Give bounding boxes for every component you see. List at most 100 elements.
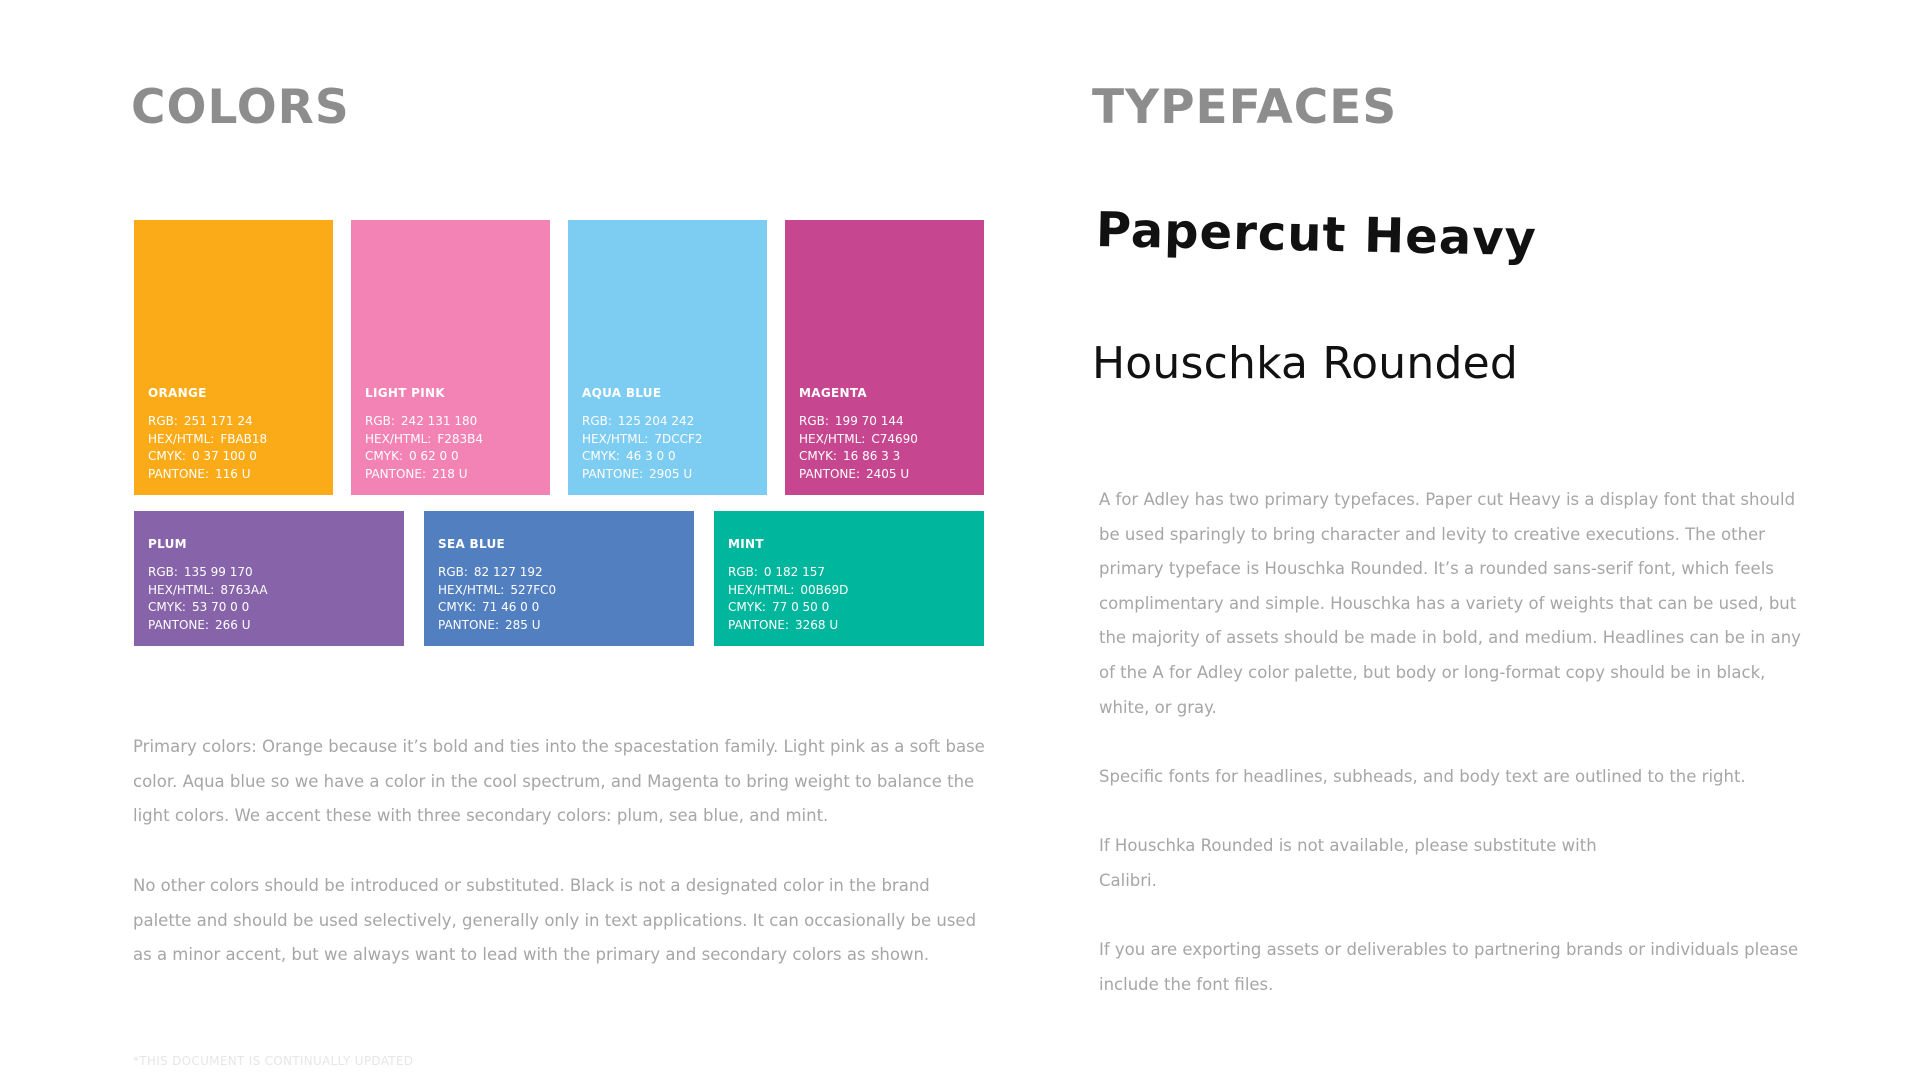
swatch-details: SEA BLUE RGB: 82 127 192 HEX/HTML: 527FC0 C… (438, 537, 556, 634)
swatch-rgb-row: RGB: 199 70 144 (799, 413, 918, 431)
swatch-name: MINT (728, 537, 764, 551)
font-sample-houschka-rounded: Houschka Rounded (1092, 338, 1518, 389)
swatch-pantone-label: PANTONE: (799, 466, 861, 481)
swatch-pantone-value: 2905 U (649, 466, 693, 481)
swatch-magenta: MAGENTA RGB: 199 70 144 HEX/HTML: C74690 CM… (785, 220, 984, 495)
swatch-specs: RGB: 242 131 180 HEX/HTML: F283B4 CMYK: 0 … (365, 413, 483, 483)
swatch-details: LIGHT PINK RGB: 242 131 180 HEX/HTML: F283… (365, 386, 483, 483)
swatch-cmyk-row: CMYK: 16 86 3 3 (799, 448, 918, 466)
swatch-hex-value: FBAB18 (220, 431, 268, 446)
swatch-hex-value: 7DCCF2 (654, 431, 703, 446)
swatch-rgb-value: 135 99 170 (183, 565, 253, 579)
swatch-plum: PLUM RGB: 135 99 170 HEX/HTML: 8763AA CMYK:… (134, 511, 404, 646)
swatch-name: LIGHT PINK (365, 386, 445, 400)
swatch-name: MAGENTA (799, 386, 867, 400)
swatch-hex-row: HEX/HTML: C74690 (799, 431, 918, 449)
swatch-hex-label: HEX/HTML: (365, 431, 432, 446)
swatch-specs: RGB: 251 171 24 HEX/HTML: FBAB18 CMYK: 0 3… (148, 413, 267, 483)
swatch-pantone-value: 266 U (215, 617, 251, 632)
typefaces-paragraph-substitute-font: Calibri. (1099, 871, 1157, 890)
swatch-specs: RGB: 82 127 192 HEX/HTML: 527FC0 CMYK: 71 … (438, 564, 556, 634)
swatch-pantone-row: PANTONE: 3268 U (728, 617, 848, 635)
typefaces-heading: TYPEFACES (1092, 80, 1398, 135)
swatch-cmyk-label: CMYK: (148, 600, 186, 614)
swatch-cmyk-value: 0 37 100 0 (191, 449, 257, 463)
swatch-hex-value: F283B4 (437, 431, 483, 446)
swatch-cmyk-label: CMYK: (365, 449, 403, 463)
swatch-aqua-blue: AQUA BLUE RGB: 125 204 242 HEX/HTML: 7DCCF… (568, 220, 767, 495)
swatch-cmyk-row: CMYK: 0 37 100 0 (148, 448, 267, 466)
swatch-rgb-value: 199 70 144 (834, 414, 904, 428)
swatch-cmyk-row: CMYK: 46 3 0 0 (582, 448, 702, 466)
swatch-pantone-value: 3268 U (795, 617, 839, 632)
swatch-rgb-value: 125 204 242 (617, 414, 695, 428)
swatch-cmyk-value: 71 46 0 0 (481, 600, 540, 614)
swatch-cmyk-label: CMYK: (438, 600, 476, 614)
swatch-hex-value: 00B69D (800, 582, 849, 597)
typefaces-paragraph-specific: Specific fonts for headlines, subheads, … (1099, 767, 1746, 786)
swatch-hex-value: C74690 (871, 431, 918, 446)
typefaces-paragraph-export: If you are exporting assets or deliverab… (1099, 940, 1799, 994)
swatch-rgb-label: RGB: (438, 565, 468, 579)
colors-heading: COLORS (131, 80, 350, 135)
swatch-hex-row: HEX/HTML: F283B4 (365, 431, 483, 449)
swatch-hex-label: HEX/HTML: (799, 431, 866, 446)
swatch-rgb-value: 251 171 24 (183, 414, 253, 428)
swatch-pantone-row: PANTONE: 2905 U (582, 466, 702, 484)
swatch-cmyk-row: CMYK: 71 46 0 0 (438, 599, 556, 617)
swatch-hex-row: HEX/HTML: 7DCCF2 (582, 431, 702, 449)
swatch-rgb-row: RGB: 242 131 180 (365, 413, 483, 431)
swatch-pantone-label: PANTONE: (438, 617, 500, 632)
swatch-rgb-value: 242 131 180 (400, 414, 478, 428)
swatch-hex-row: HEX/HTML: 8763AA (148, 582, 268, 600)
swatch-pantone-row: PANTONE: 266 U (148, 617, 268, 635)
swatch-hex-row: HEX/HTML: 00B69D (728, 582, 848, 600)
swatch-specs: RGB: 0 182 157 HEX/HTML: 00B69D CMYK: 77 0… (728, 564, 848, 634)
swatch-rgb-row: RGB: 135 99 170 (148, 564, 268, 582)
swatch-name: ORANGE (148, 386, 207, 400)
swatch-pantone-value: 116 U (215, 466, 251, 481)
swatch-details: ORANGE RGB: 251 171 24 HEX/HTML: FBAB18 CMY… (148, 386, 267, 483)
swatch-light-pink: LIGHT PINK RGB: 242 131 180 HEX/HTML: F283… (351, 220, 550, 495)
typefaces-paragraph-intro: A for Adley has two primary typefaces. P… (1099, 490, 1801, 717)
swatch-pantone-row: PANTONE: 285 U (438, 617, 556, 635)
swatch-pantone-row: PANTONE: 116 U (148, 466, 267, 484)
footnote: *THIS DOCUMENT IS CONTINUALLY UPDATED (133, 1054, 414, 1068)
swatch-rgb-label: RGB: (365, 414, 395, 428)
swatch-cmyk-label: CMYK: (582, 449, 620, 463)
swatch-rgb-label: RGB: (582, 414, 612, 428)
swatch-hex-value: 527FC0 (510, 582, 557, 597)
swatch-pantone-value: 2405 U (866, 466, 910, 481)
font-sample-papercut-heavy: Papercut Heavy (1095, 202, 1538, 268)
swatch-cmyk-label: CMYK: (728, 600, 766, 614)
swatch-pantone-row: PANTONE: 218 U (365, 466, 483, 484)
swatch-pantone-label: PANTONE: (148, 466, 210, 481)
swatch-pantone-label: PANTONE: (728, 617, 790, 632)
swatch-specs: RGB: 135 99 170 HEX/HTML: 8763AA CMYK: 53 … (148, 564, 268, 634)
swatch-rgb-value: 82 127 192 (473, 565, 543, 579)
swatch-details: MAGENTA RGB: 199 70 144 HEX/HTML: C74690 CM… (799, 386, 918, 483)
swatch-hex-row: HEX/HTML: FBAB18 (148, 431, 267, 449)
swatch-cmyk-label: CMYK: (799, 449, 837, 463)
colors-paragraph-primary: Primary colors: Orange because it’s bold… (133, 737, 985, 826)
swatch-pantone-label: PANTONE: (148, 617, 210, 632)
swatch-hex-label: HEX/HTML: (728, 582, 795, 597)
swatch-hex-label: HEX/HTML: (148, 582, 215, 597)
swatch-rgb-row: RGB: 82 127 192 (438, 564, 556, 582)
swatch-cmyk-value: 0 62 0 0 (408, 449, 459, 463)
swatch-specs: RGB: 199 70 144 HEX/HTML: C74690 CMYK: 16 … (799, 413, 918, 483)
swatch-name: AQUA BLUE (582, 386, 662, 400)
colors-paragraph-rules: No other colors should be introduced or … (133, 876, 977, 965)
swatch-rgb-row: RGB: 125 204 242 (582, 413, 702, 431)
swatch-hex-label: HEX/HTML: (438, 582, 505, 597)
swatch-cmyk-value: 16 86 3 3 (842, 449, 901, 463)
swatch-name: PLUM (148, 537, 187, 551)
swatch-rgb-row: RGB: 251 171 24 (148, 413, 267, 431)
typefaces-paragraph-substitute: If Houschka Rounded is not available, pl… (1099, 836, 1597, 855)
swatch-pantone-label: PANTONE: (365, 466, 427, 481)
swatch-specs: RGB: 125 204 242 HEX/HTML: 7DCCF2 CMYK: 46… (582, 413, 702, 483)
swatch-cmyk-value: 53 70 0 0 (191, 600, 250, 614)
swatch-cmyk-row: CMYK: 77 0 50 0 (728, 599, 848, 617)
swatch-hex-value: 8763AA (220, 582, 268, 597)
swatch-mint: MINT RGB: 0 182 157 HEX/HTML: 00B69D CMYK: … (714, 511, 984, 646)
